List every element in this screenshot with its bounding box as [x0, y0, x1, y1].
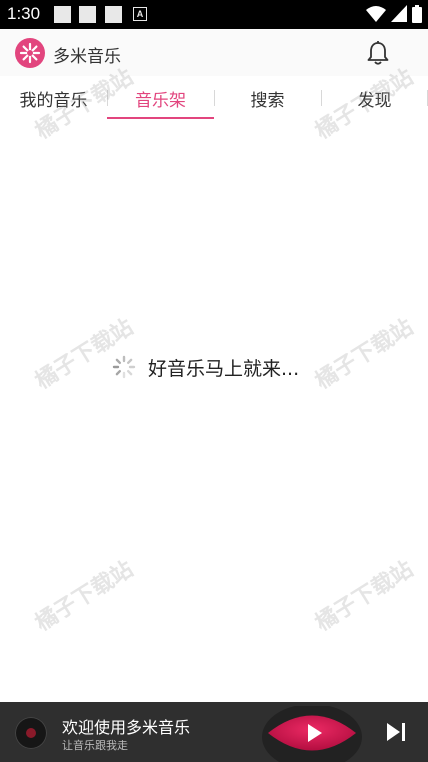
- app-title: 多米音乐: [53, 47, 121, 67]
- loading-indicator: 好音乐马上就来...: [112, 354, 299, 380]
- battery-icon: [412, 5, 422, 23]
- notification-a-icon: A: [133, 7, 147, 21]
- player-track-subtitle: 让音乐跟我走: [62, 739, 128, 752]
- play-button[interactable]: [262, 706, 362, 762]
- domi-logo-icon[interactable]: [15, 38, 45, 68]
- notification-icon: [79, 6, 96, 23]
- signal-icon: [391, 5, 407, 22]
- tab-my-music[interactable]: 我的音乐: [0, 76, 107, 121]
- notification-icon: [54, 6, 71, 23]
- main-content: 好音乐马上就来...: [0, 121, 428, 702]
- skip-next-icon[interactable]: [384, 720, 408, 744]
- notification-icon: [105, 6, 122, 23]
- bell-icon[interactable]: [366, 40, 390, 66]
- active-tab-indicator: [107, 117, 214, 119]
- spinner-icon: [112, 355, 136, 379]
- album-disc-icon[interactable]: [15, 717, 47, 749]
- status-bar: 1:30 A: [0, 0, 428, 29]
- tab-bar: 我的音乐 音乐架 搜索 发现: [0, 76, 428, 121]
- app-bar: 多米音乐: [0, 29, 428, 76]
- mini-player[interactable]: 欢迎使用多米音乐 让音乐跟我走: [0, 702, 428, 762]
- tab-search[interactable]: 搜索: [214, 76, 321, 121]
- loading-text: 好音乐马上就来...: [148, 357, 300, 380]
- wifi-icon: [366, 6, 386, 22]
- tab-discover[interactable]: 发现: [321, 76, 428, 121]
- tab-music-shelf[interactable]: 音乐架: [107, 76, 214, 121]
- status-time: 1:30: [7, 4, 41, 23]
- player-track-title: 欢迎使用多米音乐: [62, 718, 191, 737]
